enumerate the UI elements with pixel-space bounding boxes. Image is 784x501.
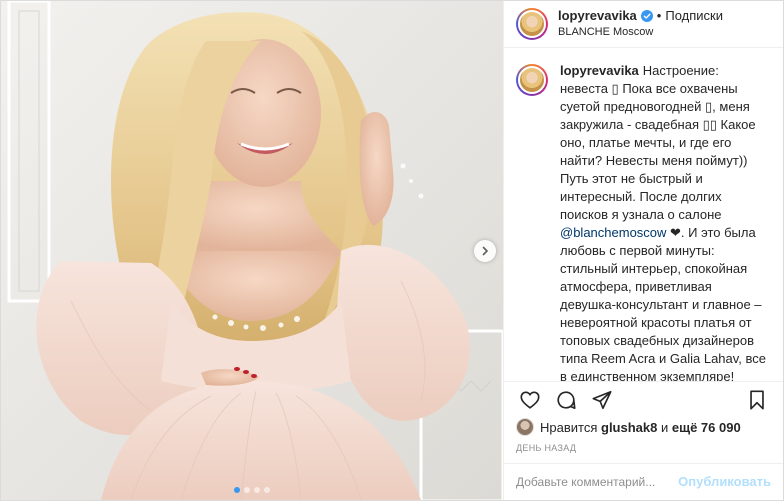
following-button[interactable]: Подписки (665, 8, 723, 24)
post-dialog: lopyrevavika • Подписки BLANCHE Moscow l… (0, 0, 784, 501)
likes-prefix: Нравится (540, 419, 598, 435)
location-link[interactable]: BLANCHE Moscow (558, 24, 723, 40)
post-photo[interactable] (1, 1, 503, 500)
avatar[interactable] (516, 8, 548, 41)
caption-username[interactable]: lopyrevavika (560, 63, 639, 78)
likes-middle: и (660, 419, 669, 435)
caption: lopyrevavika Настроение: невеста ▯ Пока в… (516, 62, 771, 381)
carousel-dot (244, 487, 250, 493)
post-header: lopyrevavika • Подписки BLANCHE Moscow (504, 1, 783, 49)
header-username[interactable]: lopyrevavika (558, 8, 637, 24)
likes-count[interactable]: ещё 76 090 (672, 420, 741, 435)
liker-avatar[interactable] (516, 418, 534, 437)
comment-icon (557, 391, 576, 410)
comments-area[interactable]: lopyrevavika Настроение: невеста ▯ Пока в… (504, 48, 783, 381)
carousel-indicator (1, 487, 503, 493)
share-icon (592, 391, 612, 410)
action-bar (504, 381, 783, 418)
carousel-dot (264, 487, 270, 493)
publish-button[interactable]: Опубликовать (678, 474, 771, 489)
caption-text: lopyrevavika Настроение: невеста ▯ Пока в… (560, 62, 766, 381)
carousel-dot (234, 487, 240, 493)
likes-row: Нравится glushak8 и ещё 76 090 (504, 418, 783, 437)
share-button[interactable] (584, 382, 620, 418)
bookmark-button[interactable] (739, 382, 775, 418)
photo-illustration (1, 1, 503, 500)
comment-input[interactable] (516, 474, 679, 489)
like-button[interactable] (512, 382, 548, 418)
next-slide-button[interactable] (474, 240, 496, 262)
caption-avatar[interactable] (516, 64, 548, 97)
caption-body-2: ❤. И это была любовь с первой минуты: ст… (560, 225, 767, 382)
bookmark-icon (750, 390, 764, 410)
mention-link[interactable]: @blanchemoscow (560, 225, 666, 240)
chevron-right-icon (482, 246, 488, 256)
verified-icon (640, 10, 653, 23)
post-side-panel: lopyrevavika • Подписки BLANCHE Moscow l… (503, 1, 783, 500)
heart-icon (520, 391, 540, 409)
caption-body-1: Настроение: невеста ▯ Пока все охвачены … (560, 63, 756, 223)
carousel-dot (254, 487, 260, 493)
header-separator: • (656, 8, 662, 24)
post-time[interactable]: ДЕНЬ НАЗАД (504, 437, 783, 463)
comment-button[interactable] (548, 382, 584, 418)
add-comment-form: Опубликовать (504, 462, 783, 500)
liker-username[interactable]: glushak8 (601, 420, 657, 435)
